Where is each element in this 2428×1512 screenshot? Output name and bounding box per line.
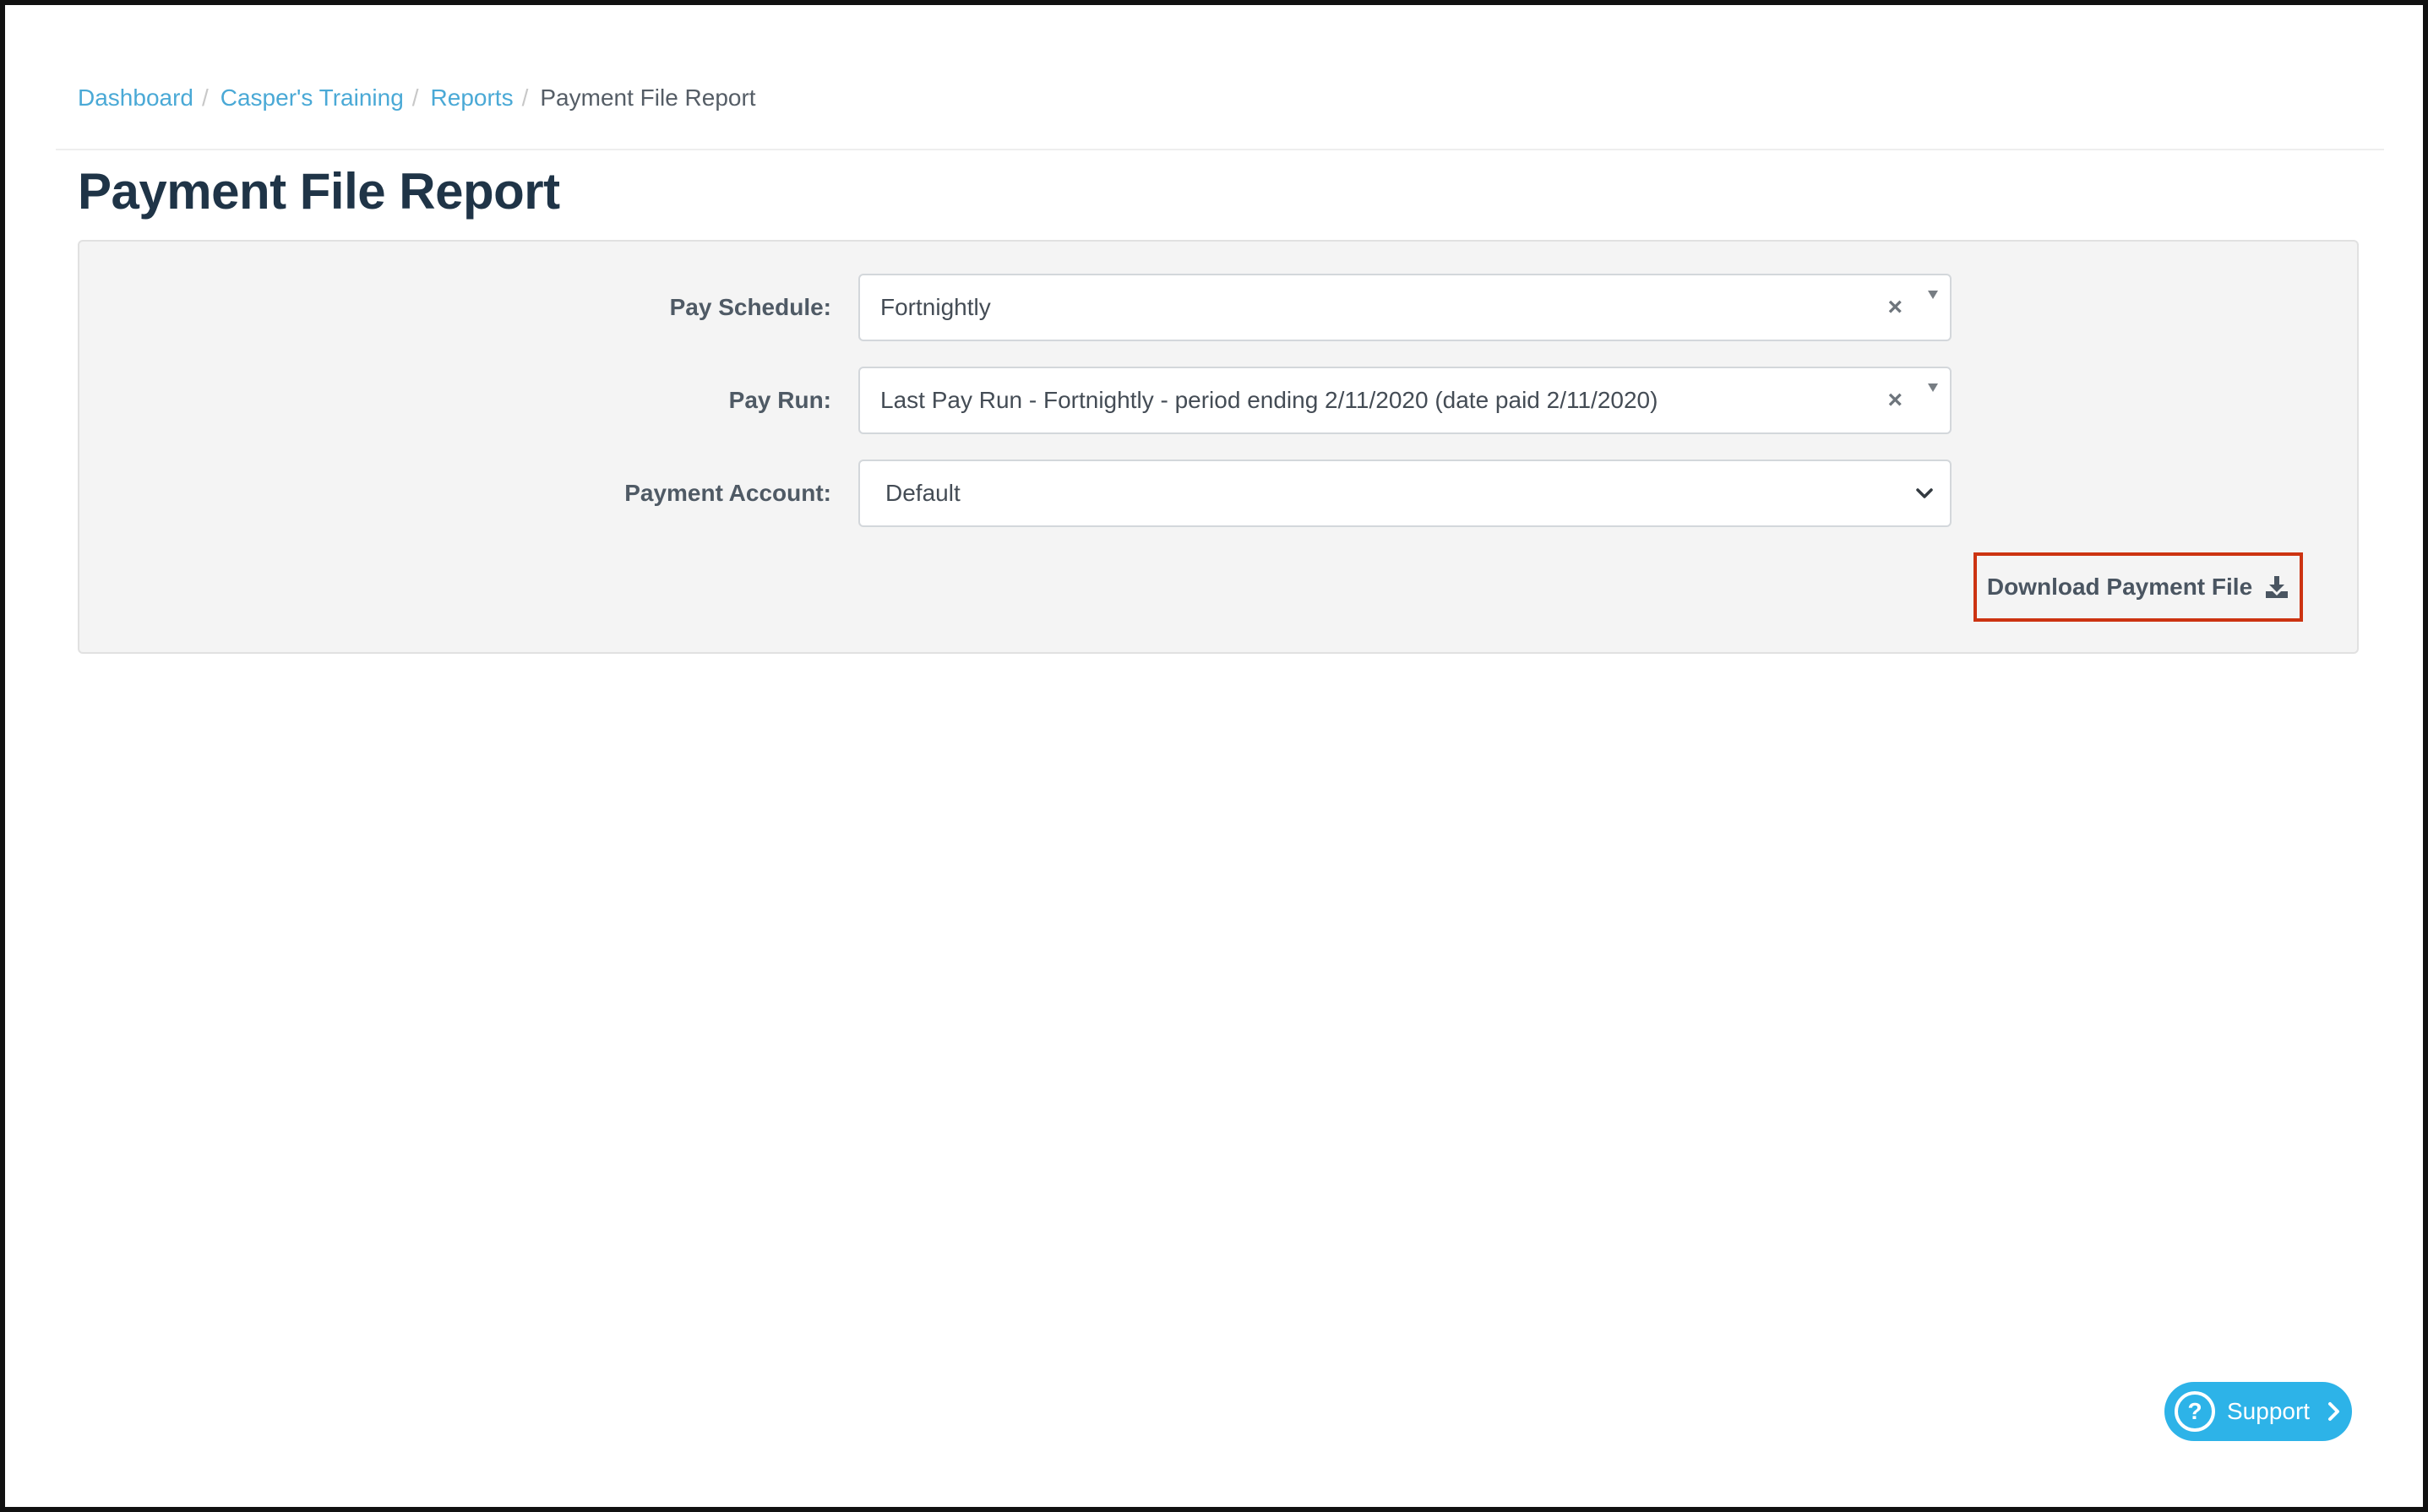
payment-account-select[interactable]: Default [858,460,1952,527]
breadcrumb-separator: / [521,84,529,111]
support-button[interactable]: ? Support [2164,1382,2352,1441]
payment-account-value: Default [885,480,961,506]
pay-schedule-select[interactable]: Fortnightly × [858,274,1952,341]
dropdown-caret-icon[interactable] [1928,291,1938,299]
clear-pay-schedule-icon[interactable]: × [1887,293,1903,322]
download-payment-file-button[interactable]: Download Payment File [1973,552,2303,622]
report-filter-panel: Pay Schedule: Fortnightly × Pay Run: Las… [78,240,2359,654]
pay-schedule-value: Fortnightly [880,294,991,320]
page-title: Payment File Report [78,163,560,220]
breadcrumb-reports-link[interactable]: Reports [431,83,514,113]
download-button-label: Download Payment File [1986,574,2253,600]
breadcrumb-separator: / [201,84,209,111]
chevron-right-icon [2328,1402,2340,1421]
app-window: Dashboard / Casper's Training / Reports … [0,0,2428,1512]
pay-schedule-row: Pay Schedule: Fortnightly × [79,274,2357,341]
pay-run-select[interactable]: Last Pay Run - Fortnightly - period endi… [858,367,1952,434]
breadcrumb-dashboard-link[interactable]: Dashboard [78,83,193,113]
dropdown-caret-icon[interactable] [1928,383,1938,392]
pay-schedule-label: Pay Schedule: [669,294,831,320]
payment-account-row: Payment Account: Default [79,460,2357,527]
download-icon [2266,576,2289,598]
chevron-down-icon [1916,488,1933,498]
pay-run-row: Pay Run: Last Pay Run - Fortnightly - pe… [79,367,2357,434]
help-circle-icon: ? [2175,1391,2215,1432]
breadcrumb-separator: / [411,84,419,111]
clear-pay-run-icon[interactable]: × [1887,386,1903,415]
breadcrumb-current: Payment File Report [540,84,756,111]
pay-run-label: Pay Run: [728,387,831,413]
header-divider [56,149,2384,150]
breadcrumb-business-link[interactable]: Casper's Training [220,83,404,113]
support-label: Support [2227,1398,2311,1424]
payment-account-label: Payment Account: [624,480,831,506]
breadcrumb: Dashboard / Casper's Training / Reports … [78,83,756,113]
pay-run-value: Last Pay Run - Fortnightly - period endi… [880,387,1658,413]
